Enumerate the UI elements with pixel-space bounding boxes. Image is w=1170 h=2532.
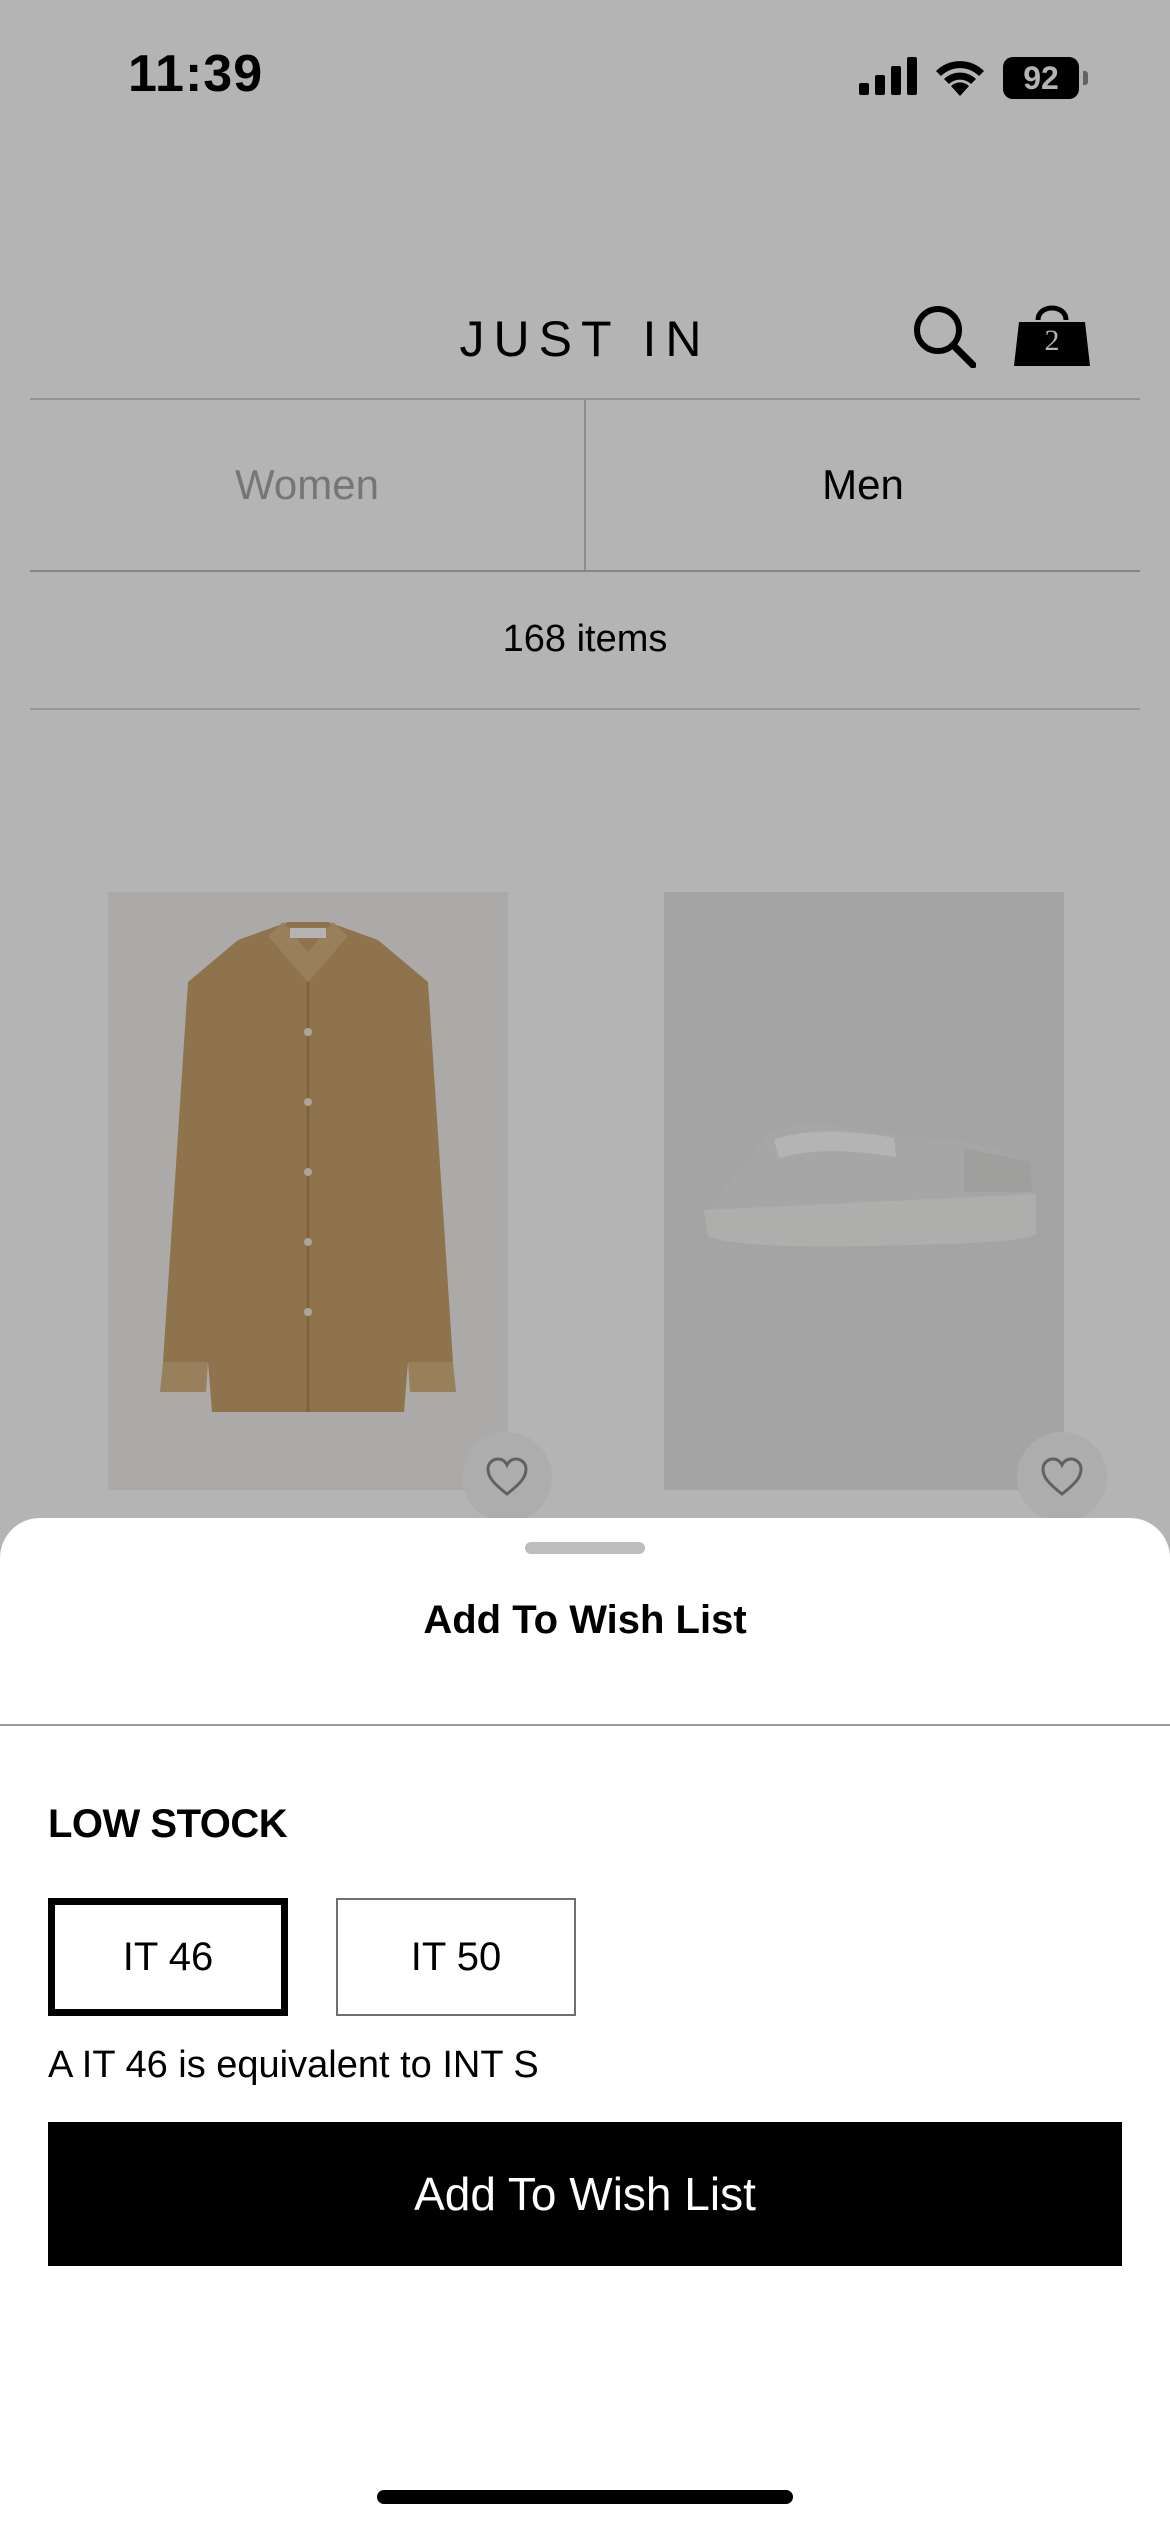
- divider: [0, 1724, 1170, 1726]
- home-indicator[interactable]: [377, 2490, 793, 2504]
- stock-status: LOW STOCK: [48, 1802, 288, 1846]
- sheet-grabber[interactable]: [525, 1542, 645, 1554]
- size-conversion-note: A IT 46 is equivalent to INT S: [48, 2044, 539, 2086]
- size-option-it-50[interactable]: IT 50: [336, 1898, 576, 2016]
- add-to-wishlist-sheet: Add To Wish List LOW STOCK IT 46 IT 50 A…: [0, 1518, 1170, 2532]
- sheet-title: Add To Wish List: [423, 1598, 747, 1642]
- add-to-wishlist-button[interactable]: Add To Wish List: [48, 2122, 1122, 2266]
- size-option-it-46[interactable]: IT 46: [48, 1898, 288, 2016]
